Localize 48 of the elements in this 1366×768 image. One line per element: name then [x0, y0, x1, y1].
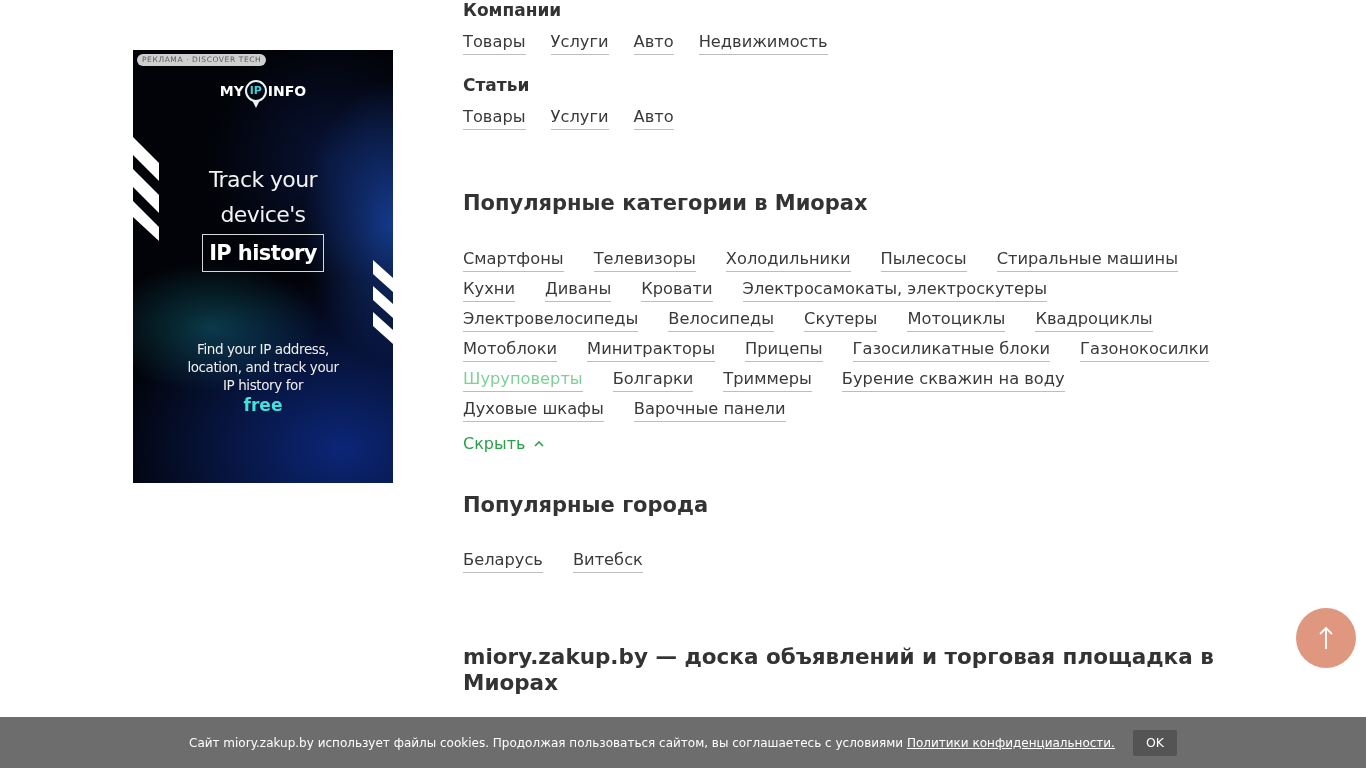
category-link[interactable]: Мотоблоки [463, 339, 558, 362]
category-link[interactable]: Смартфоны [463, 249, 564, 272]
category-link[interactable]: Авто [633, 107, 674, 130]
ok-button[interactable]: OK [1132, 729, 1177, 756]
category-link[interactable]: Холодильники [725, 249, 851, 272]
category-link[interactable]: Авто [633, 32, 674, 55]
scroll-to-top-button[interactable] [1296, 608, 1356, 668]
section-title: Компании [463, 0, 562, 20]
category-link[interactable]: Товары [463, 107, 526, 130]
category-link[interactable]: Газонокосилки [1080, 339, 1210, 362]
ad-logo: MY IP INFO [219, 80, 307, 110]
privacy-policy-link[interactable]: Политики конфиденциальности. [906, 735, 1115, 750]
category-link[interactable]: Скутеры [804, 309, 878, 332]
cookie-notice: Сайт miory.zakup.by использует файлы cookies. Продолжая пользоваться сайтом, вы соглашаетесь с условиями Политики конфиденциальности. [189, 734, 1115, 751]
category-link[interactable]: Квадроциклы [1035, 309, 1153, 332]
category-link[interactable]: Кухни [463, 279, 515, 302]
category-link[interactable]: Кровати [641, 279, 713, 302]
category-link[interactable]: Мотоциклы [907, 309, 1006, 332]
section-title: Популярные категории в Миорах [463, 190, 868, 216]
category-link[interactable]: Духовые шкафы [463, 399, 604, 422]
section-title: Статьи [463, 75, 530, 95]
category-link[interactable]: Электросамокаты, электроскутеры [742, 279, 1048, 302]
arrow-up-icon [1319, 626, 1333, 650]
category-link[interactable]: Диваны [544, 279, 612, 302]
category-link[interactable]: Пылесосы [880, 249, 967, 272]
category-link[interactable]: Стиральные машины [996, 249, 1178, 272]
ad-accent-text: free [243, 394, 283, 416]
category-link[interactable]: Велосипеды [668, 309, 775, 332]
category-link[interactable]: Бурение скважин на воду [841, 369, 1065, 392]
ad-body-text: Find your IP address, location, and track your IP history for [186, 340, 340, 394]
city-link[interactable]: Беларусь [463, 550, 543, 573]
category-link[interactable]: Прицепы [745, 339, 823, 362]
ad-headline: Track your device's [208, 166, 319, 229]
category-link[interactable]: Газосиликатные блоки [852, 339, 1051, 362]
category-link[interactable]: Электровелосипеды [463, 309, 639, 332]
category-link[interactable]: Товары [463, 32, 526, 55]
category-link[interactable]: Услуги [550, 107, 609, 130]
category-link[interactable]: Болгарки [612, 369, 694, 392]
category-link[interactable]: Телевизоры [593, 249, 696, 272]
city-link[interactable]: Витебск [572, 550, 643, 573]
ad-highlight: IP history [202, 234, 324, 272]
category-link[interactable]: Минитракторы [587, 339, 715, 362]
about-title: miory.zakup.by — доска объявлений и торговая площадка в Миорах [463, 644, 1215, 696]
section-title: Популярные города [463, 492, 709, 518]
category-link[interactable]: Варочные панели [633, 399, 786, 422]
category-link[interactable]: Недвижимость [698, 32, 828, 55]
category-link[interactable]: Услуги [550, 32, 609, 55]
category-link[interactable]: Триммеры [723, 369, 812, 392]
